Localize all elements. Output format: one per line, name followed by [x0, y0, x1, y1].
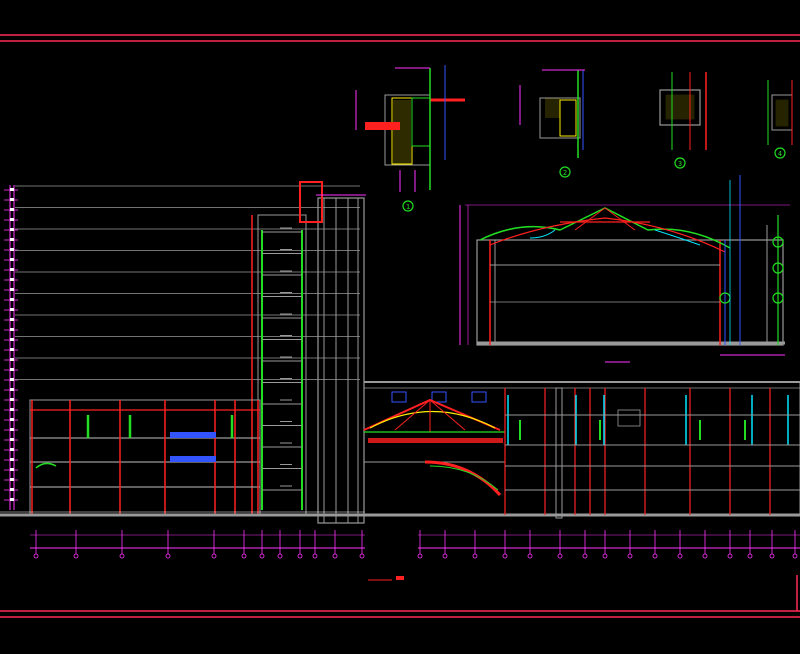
detail-3-number: 3: [678, 160, 682, 168]
axis-bubble: [165, 553, 171, 559]
axis-bubble: [527, 553, 533, 559]
dimension-ticks-left: [33, 530, 365, 559]
axis-bubble: [33, 553, 39, 559]
elevation-marker: [10, 388, 14, 391]
elevation-ticks: [4, 188, 18, 501]
axis-bubble: [677, 553, 683, 559]
elevation-marker: [10, 398, 14, 401]
axis-bubble: [332, 553, 338, 559]
axis-bubble: [259, 553, 265, 559]
axis-bubble: [702, 553, 708, 559]
axis-bubble: [747, 553, 753, 559]
axis-bubble: [792, 553, 798, 559]
auditorium-section: [363, 391, 505, 497]
axis-bubble: [602, 553, 608, 559]
elevation-marker: [10, 428, 14, 431]
axis-bubble: [277, 553, 283, 559]
elevation-marker: [10, 498, 14, 501]
elevation-marker: [10, 198, 14, 201]
elevation-marker: [10, 458, 14, 461]
axis-bubble: [652, 553, 658, 559]
elevation-marker: [10, 478, 14, 481]
elevation-marker: [10, 218, 14, 221]
elevation-marker: [10, 488, 14, 491]
elevation-marker: [10, 318, 14, 321]
elevation-marker: [10, 268, 14, 271]
elevation-marker: [10, 348, 14, 351]
axis-bubble: [769, 553, 775, 559]
secondary-section: [459, 175, 790, 363]
elevation-marker: [10, 368, 14, 371]
cad-drawing: 1 2 3 4: [0, 34, 800, 618]
axis-bubble: [502, 553, 508, 559]
axis-bubble: [297, 553, 303, 559]
detail-2: 2: [519, 69, 585, 178]
axis-bubble: [472, 553, 478, 559]
elevation-marker: [10, 208, 14, 211]
main-section-drawing: [0, 181, 800, 581]
cad-drawing-canvas: 1 2 3 4: [0, 0, 800, 650]
axis-bubble: [312, 553, 318, 559]
elevation-marker: [10, 408, 14, 411]
axis-bubble: [359, 553, 365, 559]
elevation-marker: [10, 338, 14, 341]
tower-floors: [262, 227, 302, 491]
detail-1-number: 1: [406, 203, 410, 211]
elevation-marker: [10, 328, 14, 331]
elevation-marker: [10, 288, 14, 291]
axis-bubble: [211, 553, 217, 559]
elevation-marker: [10, 228, 14, 231]
elevation-marker: [10, 418, 14, 421]
elevation-marker: [10, 248, 14, 251]
elevation-marker: [10, 378, 14, 381]
axis-bubble: [442, 553, 448, 559]
axis-bubble: [417, 553, 423, 559]
detail-4: 4: [767, 80, 793, 159]
elevation-marker: [10, 448, 14, 451]
elevation-marker: [10, 308, 14, 311]
dimension-ticks-right: [417, 530, 798, 559]
axis-bubble: [119, 553, 125, 559]
elevation-marker: [10, 358, 14, 361]
axis-bubble: [582, 553, 588, 559]
elevation-marker: [10, 468, 14, 471]
elevation-marker: [10, 258, 14, 261]
elevation-marker: [10, 238, 14, 241]
detail-3: 3: [659, 72, 707, 169]
elevation-marker: [10, 278, 14, 281]
detail-1: 1: [355, 65, 465, 212]
axis-bubble: [627, 553, 633, 559]
axis-bubble: [241, 553, 247, 559]
detail-2-number: 2: [563, 169, 567, 177]
detail-4-number: 4: [778, 150, 782, 158]
elevation-marker: [10, 298, 14, 301]
right-block-columns: [504, 388, 789, 515]
axis-bubble: [73, 553, 79, 559]
axis-bubble: [557, 553, 563, 559]
elevation-marker: [10, 438, 14, 441]
elevation-marker: [10, 188, 14, 191]
tower-level-lines: [15, 185, 360, 380]
left-block-columns: [31, 400, 259, 515]
axis-bubble: [727, 553, 733, 559]
